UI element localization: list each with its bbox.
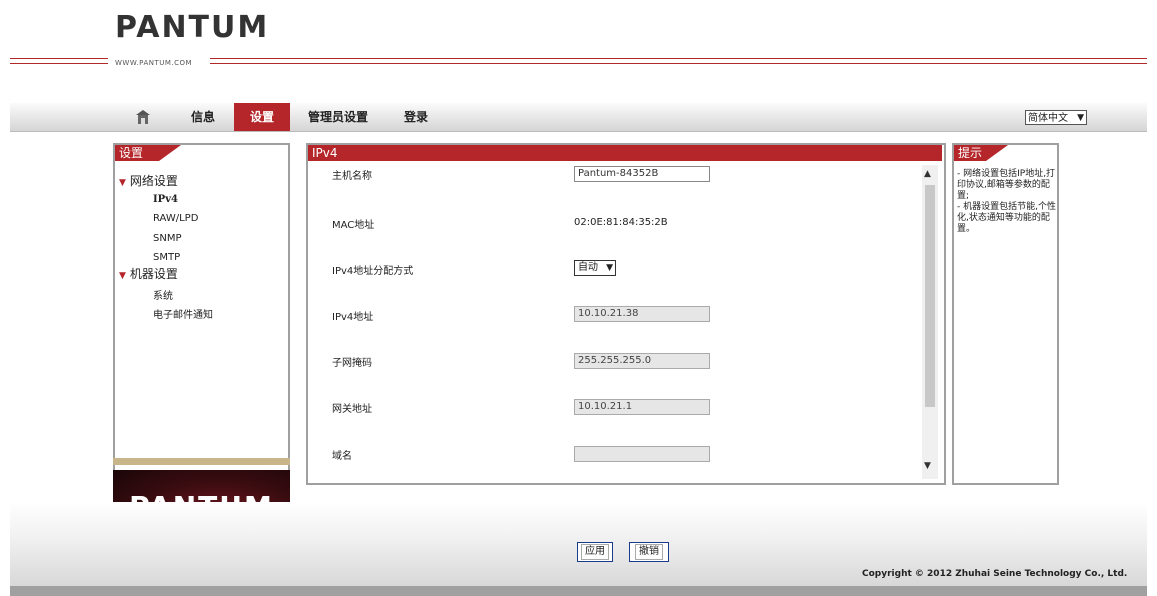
hint-panel: 提示 - 网络设置包括IP地址,打印协议,邮箱等参数的配置; - 机器设置包括节… bbox=[952, 143, 1059, 485]
scroll-up-icon[interactable]: ▲ bbox=[924, 169, 931, 179]
tree-group-network[interactable]: ▼ 网络设置 bbox=[119, 172, 178, 189]
sidebar-divider bbox=[113, 458, 290, 465]
panel-scrollbar[interactable]: ▲ ▼ bbox=[922, 165, 938, 479]
expand-arrow-icon: ▼ bbox=[119, 178, 126, 188]
expand-arrow-icon: ▼ bbox=[119, 271, 126, 281]
sidebar-item-system[interactable]: 系统 bbox=[153, 287, 173, 302]
hint-text: - 网络设置包括IP地址,打印协议,邮箱等参数的配置; - 机器设置包括节能,个… bbox=[957, 169, 1056, 234]
header-divider-left bbox=[10, 58, 108, 64]
scroll-thumb[interactable] bbox=[925, 185, 935, 407]
mac-value: 02:0E:81:84:35:2B bbox=[574, 217, 668, 228]
ip-mode-label: IPv4地址分配方式 bbox=[332, 266, 414, 277]
tree-group-machine-label: 机器设置 bbox=[129, 267, 178, 281]
nav-admin-settings[interactable]: 管理员设置 bbox=[308, 103, 368, 131]
ipv4-address-input[interactable]: 10.10.21.38 bbox=[574, 306, 710, 322]
domain-input[interactable] bbox=[574, 446, 710, 462]
sidebar-item-snmp[interactable]: SNMP bbox=[153, 233, 182, 244]
pantum-logo: PANTUM bbox=[115, 10, 270, 45]
hostname-input[interactable]: Pantum-84352B bbox=[574, 166, 710, 182]
settings-sidebar: 设置 ▼ 网络设置 IPv4 RAW/LPD SNMP SMTP ▼ 机器设置 系统… bbox=[113, 143, 290, 483]
sidebar-item-raw-lpd[interactable]: RAW/LPD bbox=[153, 213, 198, 224]
tree-group-network-label: 网络设置 bbox=[129, 174, 178, 188]
hostname-label: 主机名称 bbox=[332, 171, 372, 182]
hint-title-tab bbox=[986, 145, 1008, 161]
mac-label: MAC地址 bbox=[332, 220, 375, 231]
sidebar-title-tab bbox=[159, 145, 181, 161]
chevron-down-icon: ▼ bbox=[606, 263, 613, 273]
hint-title: 提示 bbox=[954, 145, 986, 161]
sidebar-item-smtp[interactable]: SMTP bbox=[153, 252, 180, 263]
nav-settings[interactable]: 设置 bbox=[234, 103, 290, 131]
apply-button[interactable]: 应用 bbox=[577, 542, 613, 562]
gateway-label: 网关地址 bbox=[332, 404, 372, 415]
ipv4-panel: IPv4 主机名称 Pantum-84352B MAC地址 02:0E:81:8… bbox=[306, 143, 946, 485]
language-select[interactable]: 简体中文 ▼ bbox=[1025, 110, 1087, 125]
ip-mode-value: 自动 bbox=[578, 262, 598, 273]
footer-bar bbox=[10, 586, 1147, 596]
nav-info[interactable]: 信息 bbox=[191, 103, 215, 131]
home-icon[interactable] bbox=[136, 110, 150, 124]
scroll-down-icon[interactable]: ▼ bbox=[924, 461, 931, 471]
sidebar-item-ipv4[interactable]: IPv4 bbox=[153, 194, 178, 205]
chevron-down-icon: ▼ bbox=[1077, 113, 1084, 123]
language-value: 简体中文 bbox=[1028, 113, 1068, 124]
site-url: WWW.PANTUM.COM bbox=[115, 59, 193, 67]
ipv4-address-label: IPv4地址 bbox=[332, 312, 374, 323]
cancel-button[interactable]: 撤销 bbox=[629, 542, 669, 562]
subnet-input[interactable]: 255.255.255.0 bbox=[574, 353, 710, 369]
nav-login[interactable]: 登录 bbox=[404, 103, 428, 131]
sidebar-item-email-notify[interactable]: 电子邮件通知 bbox=[153, 306, 213, 321]
subnet-label: 子网掩码 bbox=[332, 358, 372, 369]
tree-group-machine[interactable]: ▼ 机器设置 bbox=[119, 265, 178, 282]
header-divider-right bbox=[210, 58, 1147, 64]
nav-bar: 信息 设置 管理员设置 登录 简体中文 ▼ bbox=[10, 103, 1147, 132]
cancel-button-label: 撤销 bbox=[635, 544, 663, 560]
ipv4-panel-title: IPv4 bbox=[308, 145, 942, 161]
gateway-input[interactable]: 10.10.21.1 bbox=[574, 399, 710, 415]
copyright: Copyright © 2012 Zhuhai Seine Technology… bbox=[862, 569, 1128, 579]
apply-button-label: 应用 bbox=[581, 544, 609, 560]
ip-mode-select[interactable]: 自动 ▼ bbox=[574, 260, 616, 276]
sidebar-title: 设置 bbox=[115, 145, 159, 161]
domain-label: 域名 bbox=[332, 451, 352, 462]
